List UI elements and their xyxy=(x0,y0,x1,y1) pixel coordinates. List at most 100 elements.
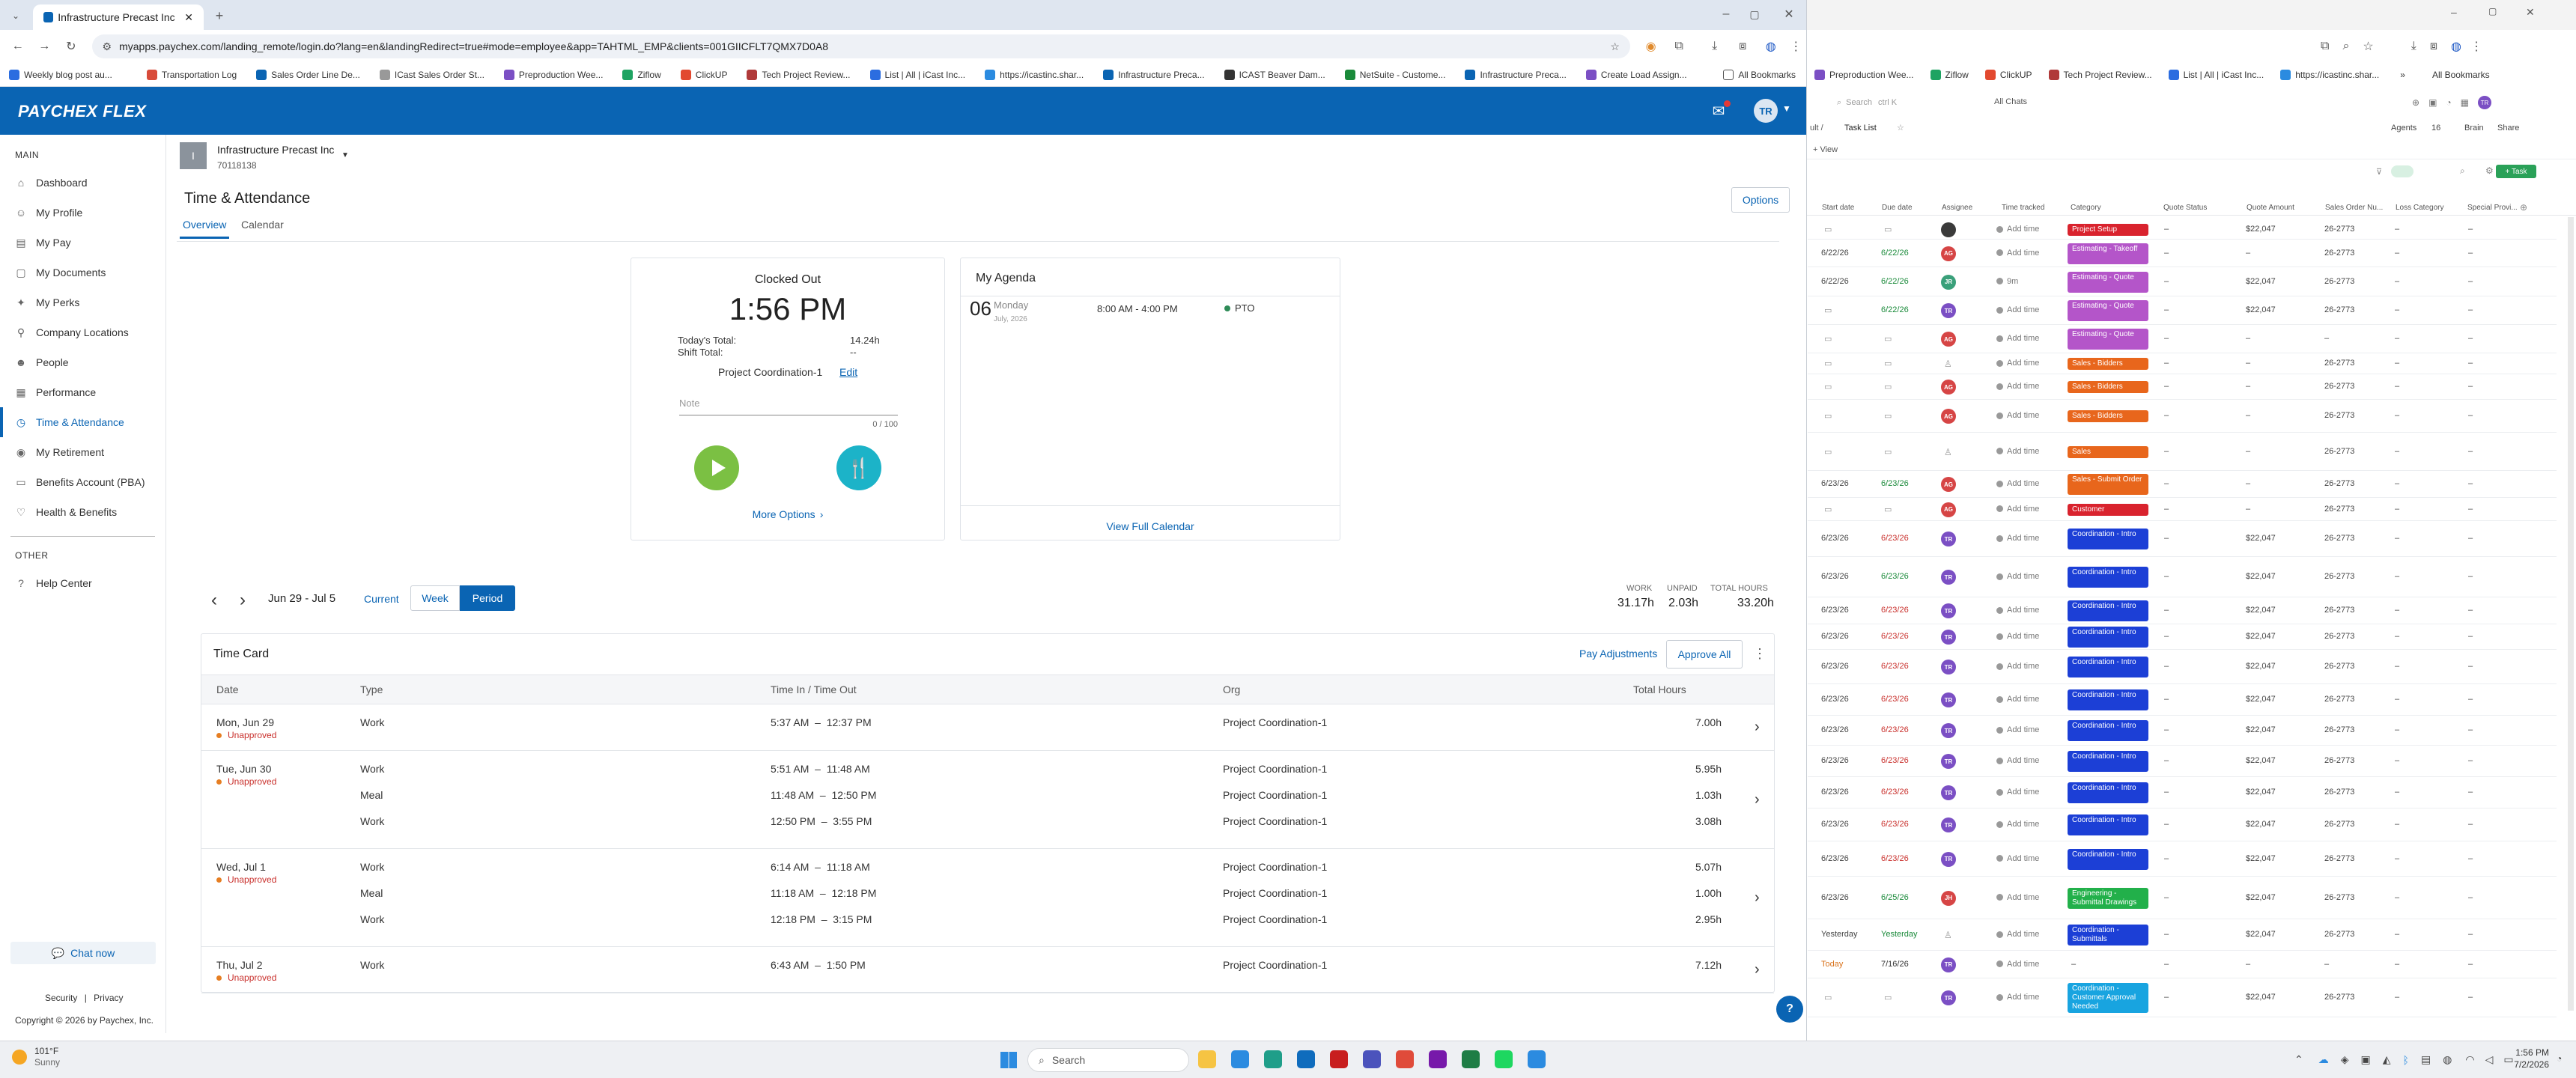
cu-calendar-icon[interactable]: ▭ xyxy=(1884,411,1892,421)
cu-category-badge[interactable]: Coordination - Intro xyxy=(2068,567,2148,588)
cu-category-badge[interactable]: Coordination - Customer Approval Needed xyxy=(2068,983,2148,1013)
cu-special-provisions[interactable]: – xyxy=(2468,695,2473,704)
cu-calendar-icon[interactable]: ▭ xyxy=(1824,334,1832,344)
sidebar-item-health-benefits[interactable]: ♡ Health & Benefits xyxy=(0,497,165,527)
cu-quote-amount[interactable]: $22,047 xyxy=(2246,893,2276,902)
cu-download-icon[interactable]: ⤓ xyxy=(2411,40,2416,53)
cu-profile-icon[interactable]: ◍ xyxy=(2451,39,2461,54)
cu-loss-category[interactable]: – xyxy=(2395,893,2399,902)
cu-all-bookmarks[interactable]: All Bookmarks xyxy=(2432,70,2490,80)
cu-loss-category[interactable]: – xyxy=(2395,662,2399,671)
sidebar-item-benefits-account-pba[interactable]: ▭ Benefits Account (PBA) xyxy=(0,467,165,497)
cu-quote-status[interactable]: – xyxy=(2164,447,2169,456)
cu-assignee-avatar[interactable]: TR xyxy=(1941,303,1956,318)
onedrive-icon[interactable]: ☁ xyxy=(2318,1053,2329,1066)
cu-calendar-icon[interactable]: ▭ xyxy=(1884,993,1892,1002)
cu-due-date[interactable]: 6/23/26 xyxy=(1881,606,1909,615)
bookmark-item[interactable]: Ziflow xyxy=(622,69,661,80)
cu-category-badge[interactable]: Coordination - Intro xyxy=(2068,689,2148,710)
maximize-icon[interactable]: ▢ xyxy=(1746,6,1763,22)
cu-time-tracked[interactable]: Add time xyxy=(1996,447,2039,456)
cu-loss-category[interactable]: – xyxy=(2395,930,2399,939)
sidebar-item-my-pay[interactable]: ▤ My Pay xyxy=(0,228,165,258)
cu-task-row[interactable] xyxy=(1808,296,2557,325)
cu-start-date[interactable]: Today xyxy=(1821,960,1843,969)
cu-task-row[interactable] xyxy=(1808,325,2557,353)
cu-quote-amount[interactable]: $22,047 xyxy=(2246,930,2276,939)
cu-bookmark-item[interactable]: ClickUP xyxy=(1984,70,2032,80)
cu-category-badge[interactable]: Coordination - Intro xyxy=(2068,657,2148,677)
cu-quote-amount[interactable]: $22,047 xyxy=(2246,854,2276,863)
cu-calendar-icon[interactable]: ▭ xyxy=(1824,505,1832,514)
cu-category-badge[interactable]: Coordination - Intro xyxy=(2068,848,2148,870)
cu-view-name[interactable]: Task List xyxy=(1844,124,1877,133)
cu-time-tracked[interactable]: Add time xyxy=(1996,572,2039,581)
cu-due-date[interactable]: 6/23/26 xyxy=(1881,695,1909,704)
cu-special-provisions[interactable]: – xyxy=(2468,225,2473,234)
company-dropdown-icon[interactable]: ▼ xyxy=(341,151,349,159)
cu-due-date[interactable]: 6/23/26 xyxy=(1881,534,1909,543)
cu-search-tasks-icon[interactable]: ⌕ xyxy=(2460,165,2465,177)
cu-count[interactable]: 16 xyxy=(2431,124,2440,133)
cu-quote-amount[interactable]: $22,047 xyxy=(2246,695,2276,704)
cu-loss-category[interactable]: – xyxy=(2395,993,2399,1002)
cu-due-date[interactable]: 6/25/26 xyxy=(1881,893,1909,902)
cu-task-row[interactable] xyxy=(1808,716,2557,746)
tray-app-icon[interactable]: ◈ xyxy=(2341,1053,2349,1066)
cu-assignee-avatar[interactable]: TR xyxy=(1941,990,1956,1005)
cu-add-assignee-icon[interactable]: ♙ xyxy=(1944,930,1952,940)
cu-quote-status[interactable]: – xyxy=(2164,854,2169,863)
cu-sales-order[interactable]: 26-2773 xyxy=(2324,606,2354,615)
cu-category-badge[interactable]: Project Setup xyxy=(2068,224,2148,236)
cu-category-badge[interactable]: Coordination - Intro xyxy=(2068,720,2148,741)
cu-special-provisions[interactable]: – xyxy=(2468,632,2473,641)
cu-start-date[interactable]: 6/23/26 xyxy=(1821,695,1849,704)
cu-time-tracked[interactable]: Add time xyxy=(1996,756,2039,765)
cu-assignee-avatar[interactable]: AG xyxy=(1941,246,1956,261)
cu-bookmark-item[interactable]: Ziflow xyxy=(1930,70,1969,80)
cu-plus-icon[interactable]: ⊕ xyxy=(2412,97,2419,108)
cu-column-header[interactable]: Due date xyxy=(1882,204,1913,212)
sidebar-item-help-center[interactable]: ? Help Center xyxy=(0,568,165,598)
cu-category-badge[interactable]: Sales - Submit Order xyxy=(2068,474,2148,495)
cu-assignee-avatar[interactable]: TR xyxy=(1941,754,1956,769)
cu-quote-amount[interactable]: $22,047 xyxy=(2246,632,2276,641)
cu-calendar-icon[interactable]: ▭ xyxy=(1824,305,1832,315)
cu-loss-category[interactable]: – xyxy=(2395,479,2399,488)
cu-quote-amount[interactable]: $22,047 xyxy=(2246,606,2276,615)
cu-filter-icon[interactable]: ⊽ xyxy=(2376,167,2382,177)
cu-quote-amount[interactable]: – xyxy=(2246,411,2250,420)
cu-bell-icon[interactable]: ◔ xyxy=(2446,97,2451,108)
bookmark-item[interactable]: Infrastructure Preca... xyxy=(1465,69,1567,80)
clock-in-button[interactable] xyxy=(694,445,739,490)
cu-close-icon[interactable]: ✕ xyxy=(2526,6,2535,19)
cu-task-row[interactable] xyxy=(1808,777,2557,808)
cu-task-row[interactable] xyxy=(1808,597,2557,624)
cu-bookmark-item[interactable]: List | All | iCast Inc... xyxy=(2168,70,2264,80)
cu-special-provisions[interactable]: – xyxy=(2468,249,2473,258)
store-icon[interactable] xyxy=(1231,1050,1249,1068)
cu-loss-category[interactable]: – xyxy=(2395,572,2399,581)
cu-time-tracked[interactable]: Add time xyxy=(1996,225,2039,234)
cu-quote-status[interactable]: – xyxy=(2164,479,2169,488)
cu-category-badge[interactable]: Sales - Bidders xyxy=(2068,358,2148,370)
sidebar-item-dashboard[interactable]: ⌂ Dashboard xyxy=(0,168,165,198)
cu-start-date[interactable]: 6/23/26 xyxy=(1821,572,1849,581)
cu-category-badge[interactable]: Sales - Bidders xyxy=(2068,381,2148,393)
cu-quote-status[interactable]: – xyxy=(2164,695,2169,704)
cu-start-date[interactable]: 6/23/26 xyxy=(1821,534,1849,543)
cu-quote-status[interactable]: – xyxy=(2164,820,2169,829)
reload-icon[interactable]: ↻ xyxy=(61,39,82,54)
cu-start-date[interactable]: 6/23/26 xyxy=(1821,820,1849,829)
time-card-day-row[interactable]: Mon, Jun 29 Unapproved Work 5:37 AM – 12:37… xyxy=(201,704,1774,751)
cu-quote-status[interactable]: – xyxy=(2164,305,2169,314)
cu-agents[interactable]: Agents xyxy=(2391,124,2416,133)
cu-sales-order[interactable]: – xyxy=(2324,334,2329,343)
cu-start-date[interactable]: 6/23/26 xyxy=(1821,479,1849,488)
cu-due-date[interactable]: Yesterday xyxy=(1881,930,1918,939)
cu-quote-status[interactable]: – xyxy=(2164,334,2169,343)
cu-special-provisions[interactable]: – xyxy=(2468,572,2473,581)
cu-calendar-icon[interactable]: ▭ xyxy=(1824,447,1832,457)
cu-loss-category[interactable]: – xyxy=(2395,534,2399,543)
cu-quote-status[interactable]: – xyxy=(2164,960,2169,969)
